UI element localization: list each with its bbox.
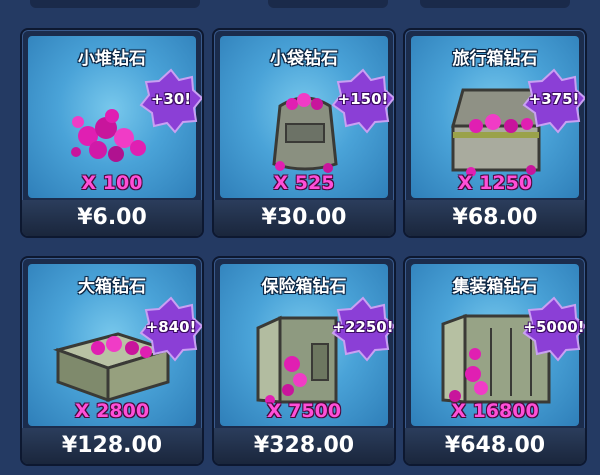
pack-card-safe[interactable]: 保险箱钻石 X 7500 +2250! ¥328.00: [212, 256, 396, 466]
price-button[interactable]: ¥68.00: [405, 200, 585, 236]
pack-title: 旅行箱钻石: [452, 49, 538, 69]
bonus-text: +5000!: [523, 318, 585, 336]
bonus-badge: +840!: [138, 296, 202, 362]
diamond-pack-grid: 小堆钻石 X 100 +30! ¥6.00 小袋钻石 X 525 +150! ¥…: [0, 0, 600, 475]
pack-quantity: X 16800: [451, 400, 539, 422]
bonus-badge: +150!: [330, 68, 394, 134]
price-button[interactable]: ¥648.00: [405, 428, 585, 464]
pack-title: 保险箱钻石: [261, 277, 347, 297]
bonus-text: +840!: [145, 318, 197, 336]
price-button[interactable]: ¥30.00: [214, 200, 394, 236]
price-button[interactable]: ¥6.00: [22, 200, 202, 236]
pack-card-large-crate[interactable]: 大箱钻石 X 2800 +840! ¥128.00: [20, 256, 204, 466]
pack-quantity: X 525: [273, 172, 335, 194]
bonus-text: +150!: [337, 90, 389, 108]
pack-quantity: X 100: [81, 172, 143, 194]
pack-quantity: X 1250: [457, 172, 533, 194]
bonus-text: +375!: [528, 90, 580, 108]
bonus-badge: +375!: [521, 68, 585, 134]
pack-title: 大箱钻石: [78, 277, 146, 297]
bonus-badge: +30!: [138, 68, 202, 134]
pack-card-container[interactable]: 集装箱钻石 X 16800 +5000! ¥648.00: [403, 256, 587, 466]
pack-title: 小堆钻石: [78, 49, 146, 69]
pack-quantity: X 7500: [266, 400, 342, 422]
price-button[interactable]: ¥128.00: [22, 428, 202, 464]
bonus-text: +30!: [150, 90, 192, 108]
bonus-text: +2250!: [332, 318, 394, 336]
price-button[interactable]: ¥328.00: [214, 428, 394, 464]
bonus-badge: +2250!: [330, 296, 394, 362]
pack-card-small-pile[interactable]: 小堆钻石 X 100 +30! ¥6.00: [20, 28, 204, 238]
pack-card-small-bag[interactable]: 小袋钻石 X 525 +150! ¥30.00: [212, 28, 396, 238]
bonus-badge: +5000!: [521, 296, 585, 362]
pack-quantity: X 2800: [74, 400, 150, 422]
pack-card-suitcase[interactable]: 旅行箱钻石 X 1250 +375! ¥68.00: [403, 28, 587, 238]
pack-title: 小袋钻石: [270, 49, 338, 69]
pack-title: 集装箱钻石: [452, 277, 538, 297]
